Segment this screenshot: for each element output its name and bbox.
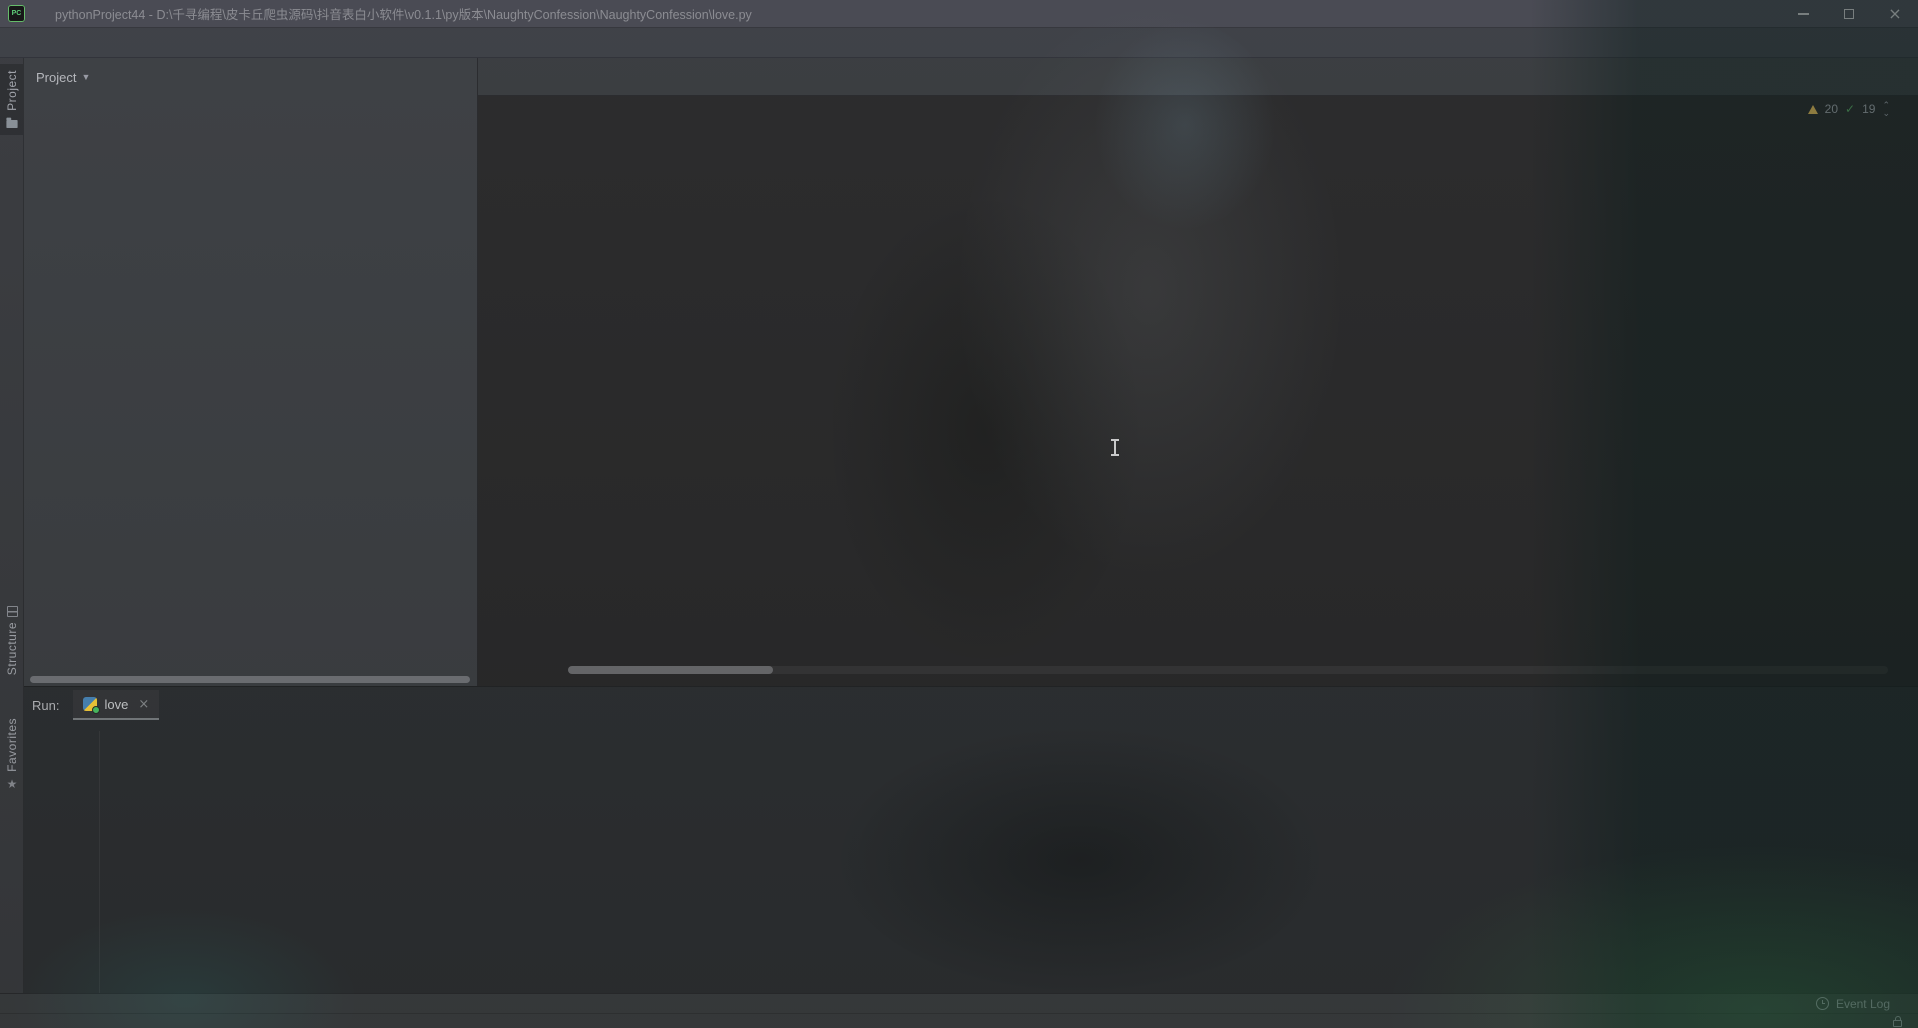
- star-icon: ★: [7, 777, 18, 791]
- folder-icon: [6, 120, 17, 128]
- chevron-down-icon: ▼: [81, 72, 90, 82]
- stripe-favorites-label: Favorites: [5, 718, 19, 772]
- passed-count: 19: [1862, 102, 1875, 116]
- event-log-icon: [1816, 997, 1829, 1010]
- pycharm-window: PC pythonProject44 - D:\千寻编程\皮卡丘爬虫源码\抖音表…: [0, 0, 1918, 1028]
- stripe-tab-structure[interactable]: Structure: [0, 606, 24, 675]
- run-console[interactable]: [108, 727, 1908, 989]
- inspection-widget[interactable]: 20 ✓ 19 ⌃ ⌄: [1808, 102, 1890, 116]
- project-horizontal-scrollbar[interactable]: [30, 676, 470, 683]
- maximize-icon: [1844, 9, 1854, 19]
- close-button[interactable]: ×: [1872, 0, 1918, 28]
- maximize-button[interactable]: [1826, 0, 1872, 28]
- run-panel-label: Run:: [32, 698, 59, 713]
- stripe-tab-favorites[interactable]: Favorites ★: [0, 718, 24, 791]
- status-bar: [0, 1013, 1918, 1028]
- left-tool-stripe: Project Structure Favorites ★: [0, 58, 24, 993]
- check-icon: ✓: [1845, 102, 1855, 116]
- close-icon: ×: [1888, 6, 1901, 22]
- editor-area: 20 ✓ 19 ⌃ ⌄: [478, 58, 1918, 686]
- minimize-button[interactable]: [1780, 0, 1826, 28]
- pycharm-logo-icon: PC: [8, 5, 25, 22]
- mouse-cursor: [1114, 440, 1116, 455]
- structure-icon: [7, 606, 18, 617]
- title-bar: PC pythonProject44 - D:\千寻编程\皮卡丘爬虫源码\抖音表…: [0, 0, 1918, 28]
- code-editor[interactable]: [478, 96, 1902, 686]
- python-run-icon: [83, 697, 97, 711]
- window-title: pythonProject44 - D:\千寻编程\皮卡丘爬虫源码\抖音表白小软…: [55, 4, 1770, 23]
- run-tab-love[interactable]: love ×: [73, 690, 159, 720]
- stripe-tab-project[interactable]: Project: [0, 64, 24, 135]
- tool-window-bar: Event Log: [0, 993, 1918, 1013]
- error-stripe: [1902, 96, 1918, 686]
- event-log-label: Event Log: [1836, 997, 1890, 1011]
- lock-icon[interactable]: [1893, 1020, 1902, 1027]
- window-controls: ×: [1780, 0, 1918, 28]
- project-tool-window: Project ▼: [24, 58, 478, 686]
- run-panel-header: Run: love ×: [24, 687, 1918, 723]
- close-tab-icon[interactable]: ×: [138, 697, 149, 712]
- run-toolbar: [24, 731, 100, 993]
- prev-problem-chevron-up-icon[interactable]: ⌃: [1882, 103, 1890, 108]
- warning-count: 20: [1825, 102, 1838, 116]
- minimize-icon: [1798, 13, 1809, 15]
- next-problem-chevron-down-icon[interactable]: ⌄: [1882, 111, 1890, 116]
- run-tab-label: love: [104, 697, 128, 712]
- stripe-project-label: Project: [5, 70, 19, 111]
- editor-tab-bar: [478, 58, 1918, 96]
- navigation-bar: [0, 28, 1918, 58]
- stripe-structure-label: Structure: [5, 622, 19, 675]
- warning-icon: [1808, 105, 1818, 114]
- editor-horizontal-scrollbar[interactable]: [568, 666, 1888, 674]
- project-panel-title[interactable]: Project: [36, 70, 76, 85]
- project-panel-header: Project ▼: [24, 58, 477, 96]
- scrollbar-thumb[interactable]: [568, 666, 773, 674]
- event-log-button[interactable]: Event Log: [1816, 997, 1890, 1011]
- run-tool-window: Run: love ×: [24, 686, 1918, 993]
